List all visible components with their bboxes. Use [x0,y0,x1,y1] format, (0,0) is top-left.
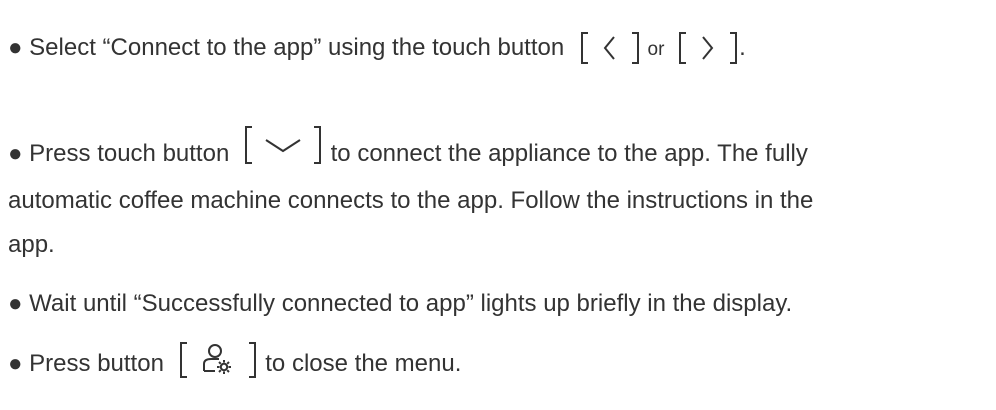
step-2-text-line-3: app. [8,231,55,258]
bullet: ● [8,140,23,167]
chevron-left-icon [579,30,641,66]
or-word: or [647,39,665,60]
step-4-text-after: to close the menu. [265,350,462,377]
bullet: ● [8,34,23,61]
step-3: ● Wait until “Successfully connected to … [8,285,792,323]
step-1-text: Select “Connect to the app” using the to… [29,34,565,61]
step-3-text: Wait until “Successfully connected to ap… [29,290,793,317]
step-2-line-2: automatic coffee machine connects to the… [8,182,813,220]
step-1-end: . [739,34,746,61]
step-2-text-after: to connect the appliance to the app. The… [330,140,808,167]
step-2-text-before: Press touch button [29,140,230,167]
step-2-line-3: app. [8,226,55,264]
bullet: ● [8,290,23,317]
user-settings-icon [177,340,259,380]
step-1: ● Select “Connect to the app” using the … [8,18,746,78]
step-2-text-line-2: automatic coffee machine connects to the… [8,187,814,214]
step-4-text-before: Press button [29,350,164,377]
chevron-right-icon [677,30,739,66]
chevron-down-icon [242,124,324,166]
step-2-line-1: ● Press touch button to connect the appl… [8,124,808,184]
step-4: ● Press button to close the menu. [8,334,461,394]
bullet: ● [8,350,23,377]
